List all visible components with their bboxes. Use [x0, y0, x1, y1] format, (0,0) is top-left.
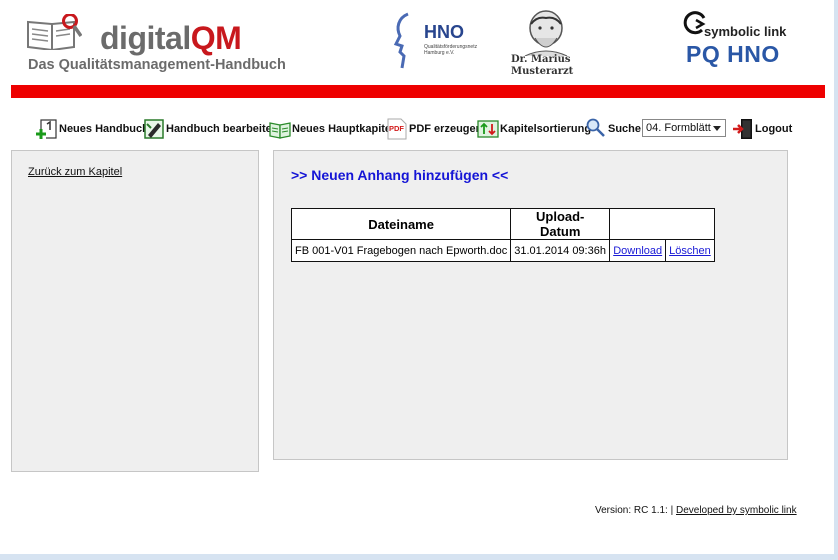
symbolic-link-logo: symbolic link PQ HNO: [682, 8, 802, 72]
logout-icon: [733, 119, 752, 139]
hno-network-logo: HNO Qualitätsförderungsnetz Hamburg e.V.: [392, 12, 492, 72]
doctor-logo: Dr. Marius Musterarzt: [507, 10, 587, 78]
doctor-logo-line1: Dr. Marius: [511, 54, 571, 65]
chevron-down-icon: [713, 126, 721, 131]
delete-link[interactable]: Löschen: [669, 245, 711, 257]
chapter-sort-label: Kapitelsortierung: [500, 123, 592, 135]
new-manual-icon: [36, 119, 57, 139]
header: digitalQM Das Qualitätsmanagement-Handbu…: [0, 0, 834, 84]
new-chapter-icon: [269, 122, 291, 139]
brand-suffix: QM: [190, 20, 242, 56]
hno-logo-title: HNO: [424, 22, 464, 42]
cell-delete: Löschen: [665, 239, 715, 262]
bust-icon: [524, 10, 568, 56]
toolbar: Neues Handbuch Handbuch bearbeiten Neues…: [36, 110, 826, 140]
form-category-select-value: 04. Formblätt: [646, 122, 711, 134]
head-profile-icon: [393, 12, 409, 69]
symbolic-link-product: PQ HNO: [686, 41, 780, 67]
hno-logo-subtitle: Qualitätsförderungsnetz Hamburg e.V.: [424, 44, 478, 56]
version-text: Version: RC 1.1: |: [595, 505, 674, 516]
cell-download: Download: [609, 239, 667, 262]
cell-upload-date: 31.01.2014 09:36h: [510, 239, 611, 262]
cell-filename: FB 001-V01 Fragebogen nach Epworth.doc: [290, 239, 512, 262]
column-header-filename: Dateiname: [290, 208, 512, 240]
create-pdf-button[interactable]: PDF PDF erzeugen: [386, 110, 482, 140]
back-to-chapter-link[interactable]: Zurück zum Kapitel: [28, 166, 122, 178]
pdf-icon: PDF: [387, 118, 407, 140]
pdf-icon-text: PDF: [389, 124, 404, 133]
footer: Version: RC 1.1: | Developed by symbolic…: [595, 505, 797, 516]
search-icon: [586, 118, 605, 137]
brand-prefix: digital: [100, 20, 191, 56]
developer-link[interactable]: Developed by symbolic link: [676, 505, 797, 516]
table-row: FB 001-V01 Fragebogen nach Epworth.doc 3…: [290, 239, 715, 262]
page-title: >> Neuen Anhang hinzufügen <<: [291, 167, 509, 183]
edit-manual-label: Handbuch bearbeiten: [166, 123, 279, 135]
window-frame-bottom: [0, 554, 838, 560]
create-pdf-label: PDF erzeugen: [409, 123, 483, 135]
column-header-upload-date: Upload-Datum: [510, 208, 611, 240]
new-main-chapter-label: Neues Hauptkapitel: [292, 123, 395, 135]
search-label: Suche: [608, 123, 642, 135]
attachments-table: Dateiname Upload-Datum FB 001-V01 Frageb…: [290, 208, 715, 262]
logout-button[interactable]: Logout: [732, 110, 792, 140]
download-link[interactable]: Download: [613, 245, 662, 257]
brand-subtitle: Das Qualitätsmanagement-Handbuch: [28, 57, 286, 73]
new-manual-label: Neues Handbuch: [59, 123, 149, 135]
chapter-sort-button[interactable]: Kapitelsortierung: [477, 110, 591, 140]
brand-name: digitalQM: [100, 20, 242, 57]
accent-bar: [11, 85, 825, 98]
form-category-select[interactable]: 04. Formblätt: [642, 119, 726, 137]
window-frame-right: [834, 0, 838, 560]
book-magnifier-icon: [27, 14, 82, 50]
logout-label: Logout: [755, 123, 793, 135]
new-manual-button[interactable]: Neues Handbuch: [36, 110, 149, 140]
digitalqm-logo: digitalQM Das Qualitätsmanagement-Handbu…: [26, 8, 286, 78]
edit-manual-icon: [144, 119, 164, 139]
edit-manual-button[interactable]: Handbuch bearbeiten: [143, 110, 278, 140]
doctor-logo-line2: Musterarzt: [511, 66, 574, 77]
column-header-actions: [609, 208, 715, 240]
new-main-chapter-button[interactable]: Neues Hauptkapitel: [269, 110, 394, 140]
symbolic-link-title: symbolic link: [704, 24, 787, 39]
sidebar: Zurück zum Kapitel: [11, 150, 259, 472]
table-header-row: Dateiname Upload-Datum: [290, 208, 715, 240]
main-content: >> Neuen Anhang hinzufügen << Dateiname …: [273, 150, 788, 460]
chapter-sort-icon: [477, 120, 499, 138]
search-button[interactable]: Suche: [585, 110, 641, 140]
